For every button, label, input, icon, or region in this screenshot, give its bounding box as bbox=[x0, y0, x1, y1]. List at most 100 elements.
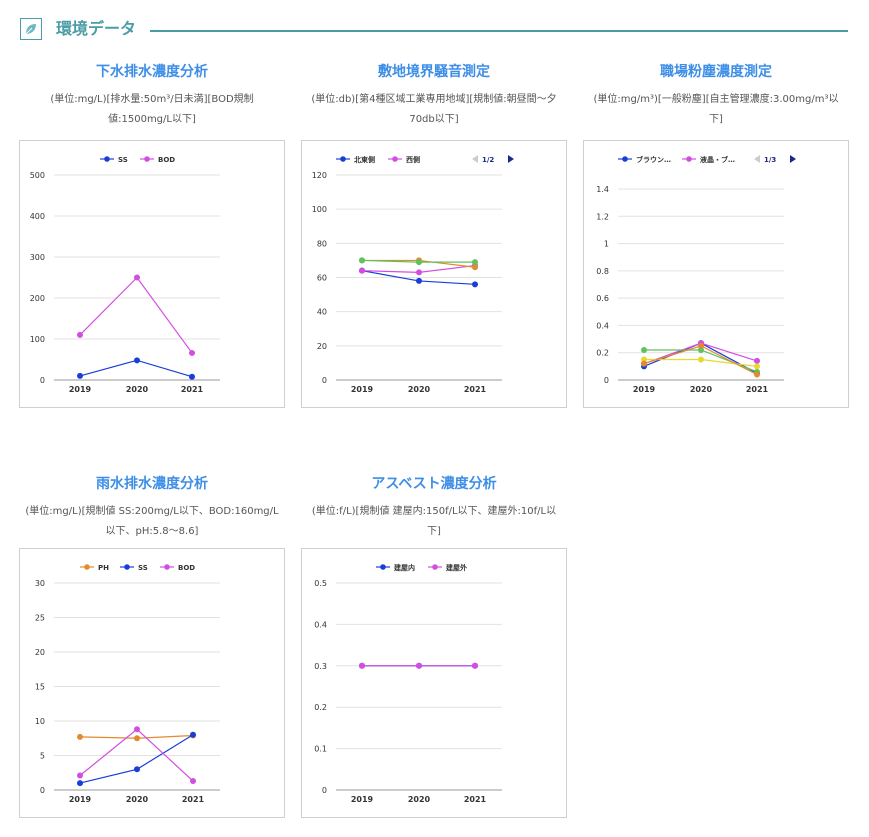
y-tick-label: 80 bbox=[317, 239, 327, 248]
y-tick-label: 20 bbox=[35, 648, 45, 657]
chart-title: 下水排水濃度分析 bbox=[96, 64, 208, 80]
chart-card-asbestos: アスベスト濃度分析 (単位:f/L)[規制値 建屋内:150f/L以下、建屋外:… bbox=[301, 474, 567, 818]
header-divider bbox=[150, 30, 848, 32]
data-point bbox=[641, 360, 647, 367]
legend-swatch-dot bbox=[164, 564, 170, 570]
y-tick-label: 0.1 bbox=[314, 745, 327, 754]
y-tick-label: 30 bbox=[35, 579, 45, 588]
data-point bbox=[189, 373, 195, 380]
data-point bbox=[472, 259, 478, 266]
x-tick-label: 2020 bbox=[126, 795, 149, 804]
legend-swatch-dot bbox=[432, 564, 438, 570]
chart-card-dust: 職場粉塵濃度測定 (単位:mg/m³)[一般粉塵][自主管理濃度:3.00mg/… bbox=[583, 62, 849, 408]
y-tick-label: 0.5 bbox=[314, 579, 327, 588]
chart-frame: 0 5 10 15 20 25 30 2019 2020 2021 PH SS BOD bbox=[19, 548, 285, 818]
pager-prev-icon bbox=[754, 155, 760, 163]
legend-label: 建屋外 bbox=[446, 563, 467, 572]
y-tick-label: 0 bbox=[322, 786, 327, 795]
data-point bbox=[134, 357, 140, 364]
legend-label: 液晶・ブ… bbox=[700, 155, 735, 164]
chart-frame: 0 20 40 60 80 100 120 2019 2020 2021 北東側 西側 1/2 bbox=[301, 140, 567, 408]
data-point bbox=[77, 780, 83, 787]
y-tick-label: 1.2 bbox=[596, 212, 609, 221]
data-point bbox=[472, 281, 478, 288]
series-line bbox=[79, 276, 193, 354]
x-tick-label: 2019 bbox=[69, 385, 92, 394]
data-point bbox=[416, 269, 422, 276]
y-tick-label: 1 bbox=[604, 240, 609, 249]
chart-card-sewage: 下水排水濃度分析 (単位:mg/L)[排水量:50m³/日未満][BOD規制値:… bbox=[19, 62, 285, 408]
y-tick-label: 0.3 bbox=[314, 662, 327, 671]
data-point bbox=[134, 274, 140, 281]
x-tick-label: 2021 bbox=[746, 385, 769, 394]
y-tick-label: 200 bbox=[30, 294, 45, 303]
y-tick-label: 20 bbox=[317, 342, 327, 351]
rainwater-line-chart: 0 5 10 15 20 25 30 2019 2020 2021 PH SS BOD bbox=[35, 564, 220, 804]
x-tick-label: 2020 bbox=[408, 385, 431, 394]
y-tick-label: 0 bbox=[322, 376, 327, 385]
data-point bbox=[416, 277, 422, 284]
dust-line-chart: 0 0.2 0.4 0.6 0.8 1 1.2 1.4 2019 2020 2021 ブラウン… 液晶・… bbox=[596, 155, 796, 394]
data-point bbox=[359, 257, 365, 264]
data-point bbox=[754, 371, 760, 378]
chart-card-rainwater: 雨水排水濃度分析 (単位:mg/L)[規制値 SS:200mg/L以下、BOD:… bbox=[19, 474, 285, 818]
data-point bbox=[359, 267, 365, 274]
x-tick-label: 2021 bbox=[464, 385, 487, 394]
x-tick-label: 2020 bbox=[126, 385, 149, 394]
y-tick-label: 0.2 bbox=[596, 349, 609, 358]
data-point bbox=[416, 662, 422, 669]
chart-title: 敷地境界騒音測定 bbox=[378, 64, 490, 80]
legend-label: BOD bbox=[178, 564, 195, 572]
data-point bbox=[754, 363, 760, 370]
y-tick-label: 5 bbox=[40, 752, 45, 761]
chart-description: (単位:mg/L)[規制値 SS:200mg/L以下、BOD:160mg/L以下… bbox=[25, 506, 279, 537]
y-tick-label: 15 bbox=[35, 683, 45, 692]
data-point bbox=[416, 259, 422, 266]
data-point bbox=[134, 726, 140, 733]
data-point bbox=[359, 662, 365, 669]
x-tick-label: 2019 bbox=[351, 795, 374, 804]
section-title: 環境データ bbox=[56, 19, 137, 38]
data-point bbox=[77, 733, 83, 740]
asbestos-line-chart: 0 0.1 0.2 0.3 0.4 0.5 2019 2020 2021 建屋内 建屋外 bbox=[314, 563, 502, 804]
y-tick-label: 0.6 bbox=[596, 294, 609, 303]
data-point bbox=[77, 372, 83, 379]
pager-label: 1/2 bbox=[482, 156, 494, 164]
chart-title: アスベスト濃度分析 bbox=[371, 476, 497, 492]
data-point bbox=[189, 349, 195, 356]
legend-swatch-dot bbox=[380, 564, 386, 570]
data-point bbox=[77, 772, 83, 779]
pager-prev-icon bbox=[472, 155, 478, 163]
chart-title: 雨水排水濃度分析 bbox=[96, 476, 208, 492]
y-tick-label: 0 bbox=[604, 376, 609, 385]
legend-swatch-dot bbox=[686, 156, 692, 162]
data-point bbox=[472, 662, 478, 669]
y-tick-label: 0.4 bbox=[596, 321, 609, 330]
legend-swatch-dot bbox=[392, 156, 398, 162]
y-tick-label: 120 bbox=[312, 171, 327, 180]
legend-swatch-dot bbox=[124, 564, 130, 570]
data-point bbox=[641, 346, 647, 353]
y-tick-label: 500 bbox=[30, 171, 45, 180]
legend-label: 建屋内 bbox=[394, 563, 415, 572]
y-tick-label: 300 bbox=[30, 253, 45, 262]
legend-label: SS bbox=[118, 156, 128, 164]
y-tick-label: 0 bbox=[40, 786, 45, 795]
x-tick-label: 2019 bbox=[69, 795, 92, 804]
y-tick-label: 25 bbox=[35, 614, 45, 623]
data-point bbox=[134, 766, 140, 773]
chart-frame: 0 0.1 0.2 0.3 0.4 0.5 2019 2020 2021 建屋内 建屋外 bbox=[301, 548, 567, 818]
chart-frame: 0 100 200 300 400 500 2019 2020 2021 SS BOD bbox=[19, 140, 285, 408]
pager-next-icon bbox=[508, 155, 514, 163]
x-tick-label: 2021 bbox=[464, 795, 487, 804]
series-line bbox=[79, 734, 194, 784]
x-tick-label: 2019 bbox=[633, 385, 656, 394]
chart-description: (単位:mg/L)[排水量:50m³/日未満][BOD規制値:1500mg/L以… bbox=[50, 94, 254, 125]
y-tick-label: 0 bbox=[40, 376, 45, 385]
data-point bbox=[134, 735, 140, 742]
y-tick-label: 60 bbox=[317, 274, 327, 283]
noise-line-chart: 0 20 40 60 80 100 120 2019 2020 2021 北東側 西側 1/2 bbox=[312, 155, 514, 394]
legend-label: SS bbox=[138, 564, 148, 572]
y-tick-label: 0.4 bbox=[314, 620, 327, 629]
legend-label: PH bbox=[98, 564, 109, 572]
